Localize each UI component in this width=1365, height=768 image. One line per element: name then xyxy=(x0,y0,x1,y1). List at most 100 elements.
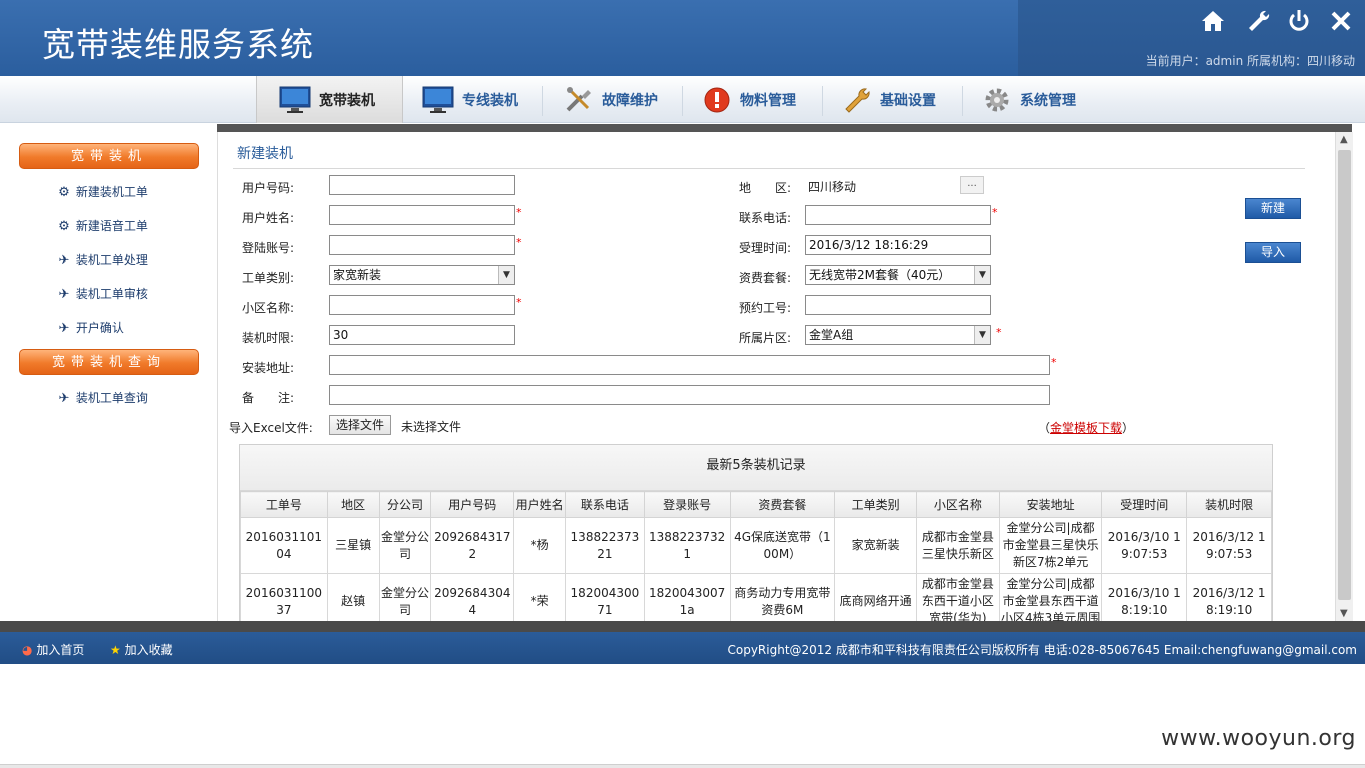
remark-input[interactable] xyxy=(329,385,1050,405)
address-label: 安装地址: xyxy=(242,361,295,375)
accept-time-label: 受理时间: xyxy=(739,241,792,255)
sidebar-section-broadband-install[interactable]: 宽带装机 xyxy=(19,143,199,169)
app-title: 宽带装维服务系统 xyxy=(42,25,314,64)
community-label: 小区名称: xyxy=(242,301,295,315)
table-cell: 18200430071a xyxy=(643,573,731,621)
sidebar-item-label: 新建装机工单 xyxy=(75,185,148,199)
sidebar-item-new-voice-order[interactable]: ⚙ 新建语音工单 xyxy=(56,217,148,235)
table-cell: 13882237321 xyxy=(565,517,645,574)
table-row[interactable]: 201603110037 赵镇 金堂分公司 20926843044 *荣 182… xyxy=(240,573,1272,621)
region-label: 地 区: xyxy=(739,181,792,195)
chevron-down-icon[interactable]: ▼ xyxy=(1340,608,1348,619)
column-header: 工单类别 xyxy=(834,491,917,518)
template-download-link[interactable]: 金堂模板下载 xyxy=(1050,421,1122,435)
table-header-row: 工单号 地区 分公司 用户号码 用户姓名 联系电话 登录账号 资费套餐 工单类别… xyxy=(240,491,1272,518)
gear-icon: ⚙ xyxy=(58,219,70,234)
sidebar-item-install-order-query[interactable]: ✈ 装机工单查询 xyxy=(56,389,148,407)
tab-basic-settings[interactable]: 基础设置 xyxy=(820,76,962,123)
scrollbar-thumb[interactable] xyxy=(1338,150,1351,600)
chevron-down-icon: ▼ xyxy=(974,326,990,344)
monitor-icon xyxy=(279,86,311,113)
contact-phone-label: 联系电话: xyxy=(739,211,792,225)
add-home-link[interactable]: ◕ 加入首页 xyxy=(22,641,84,658)
new-button[interactable]: 新建 xyxy=(1245,198,1301,219)
home-icon: ◕ xyxy=(22,643,33,657)
content-scrollbar[interactable]: ▲ ▼ xyxy=(1335,132,1353,621)
address-input[interactable] xyxy=(329,355,1050,375)
import-button[interactable]: 导入 xyxy=(1245,242,1301,263)
table-cell: 底商网络开通 xyxy=(834,573,917,621)
gear-icon xyxy=(985,88,1009,111)
install-limit-input[interactable]: 30 xyxy=(329,325,515,345)
no-file-text: 未选择文件 xyxy=(401,420,462,434)
table-cell: 金堂分公司|成都市金堂县三星快乐新区7栋2单元 xyxy=(998,517,1103,574)
tab-label: 故障维护 xyxy=(602,92,658,109)
user-number-input[interactable] xyxy=(329,175,515,195)
table-cell: *杨 xyxy=(513,517,567,574)
table-cell: 20926843172 xyxy=(430,517,515,574)
table-row[interactable]: 201603110104 三星镇 金堂分公司 20926843172 *杨 13… xyxy=(240,517,1272,574)
sidebar-section-broadband-query[interactable]: 宽带装机查询 xyxy=(19,349,199,375)
required-mark: * xyxy=(516,206,522,219)
bird-icon: ✈ xyxy=(58,287,70,302)
power-icon[interactable] xyxy=(1284,8,1314,38)
page-title: 新建装机 xyxy=(237,146,293,162)
table-cell: 2016/3/10 19:07:53 xyxy=(1101,517,1188,574)
wrench-icon xyxy=(845,87,870,113)
add-favorite-link[interactable]: ★ 加入收藏 xyxy=(110,641,173,658)
sidebar-item-label: 开户确认 xyxy=(75,321,124,335)
region-select-button[interactable]: ... xyxy=(960,176,984,194)
column-header: 用户姓名 xyxy=(513,491,567,518)
close-icon[interactable] xyxy=(1326,8,1356,38)
tab-broadband-install[interactable]: 宽带装机 xyxy=(256,76,403,123)
sidebar-item-account-confirm[interactable]: ✈ 开户确认 xyxy=(56,319,124,337)
tab-fault-maintenance[interactable]: 故障维护 xyxy=(542,76,682,123)
column-header: 受理时间 xyxy=(1101,491,1188,518)
reserve-worker-input[interactable] xyxy=(805,295,991,315)
home-icon[interactable] xyxy=(1198,8,1228,38)
user-name-input[interactable] xyxy=(329,205,515,225)
chevron-up-icon[interactable]: ▲ xyxy=(1340,134,1348,145)
add-home-label: 加入首页 xyxy=(36,643,85,657)
accept-time-input[interactable]: 2016/3/12 18:16:29 xyxy=(805,235,991,255)
bottom-strip xyxy=(0,764,1365,768)
sidebar-item-label: 新建语音工单 xyxy=(75,219,148,233)
column-header: 分公司 xyxy=(378,491,432,518)
tab-system-management[interactable]: 系统管理 xyxy=(960,76,1100,123)
order-type-select[interactable]: 家宽新装 ▼ xyxy=(329,265,515,285)
sidebar-item-new-install-order[interactable]: ⚙ 新建装机工单 xyxy=(56,183,148,201)
column-header: 用户号码 xyxy=(430,491,515,518)
current-user-info: 当前用户：admin 所属机构：四川移动 xyxy=(1145,54,1355,68)
paren-close: ） xyxy=(1122,421,1135,435)
star-icon: ★ xyxy=(110,643,121,657)
column-header: 工单号 xyxy=(240,491,328,518)
table-cell: 三星镇 xyxy=(326,517,380,574)
contact-phone-input[interactable] xyxy=(805,205,991,225)
add-favorite-label: 加入收藏 xyxy=(124,643,173,657)
sidebar-item-install-order-process[interactable]: ✈ 装机工单处理 xyxy=(56,251,148,269)
sidebar-item-label: 装机工单审核 xyxy=(75,287,148,301)
login-account-input[interactable] xyxy=(329,235,515,255)
community-input[interactable] xyxy=(329,295,515,315)
sidebar-item-label: 装机工单处理 xyxy=(75,253,148,267)
table-cell: 201603110037 xyxy=(240,573,328,621)
sidebar: 宽带装机 ⚙ 新建装机工单 ⚙ 新建语音工单 ✈ 装机工单处理 ✈ 装机工单审核… xyxy=(0,124,217,621)
footer-top-bar xyxy=(0,621,1365,632)
bird-icon: ✈ xyxy=(58,253,70,268)
required-mark: * xyxy=(516,236,522,249)
tab-dedicated-install[interactable]: 专线装机 xyxy=(400,76,542,123)
footer: ◕ 加入首页 ★ 加入收藏 CopyRight@2012 成都市和平科技有限责任… xyxy=(0,632,1365,664)
wrench-icon[interactable] xyxy=(1244,8,1274,38)
tab-label: 物料管理 xyxy=(740,92,796,109)
tab-material-management[interactable]: 物料管理 xyxy=(680,76,820,123)
table-cell: 金堂分公司 xyxy=(378,517,432,574)
choose-file-button[interactable]: 选择文件 xyxy=(329,415,392,435)
column-header: 安装地址 xyxy=(998,491,1103,518)
column-header: 小区名称 xyxy=(915,491,1000,518)
import-excel-label: 导入Excel文件: xyxy=(229,421,313,435)
district-select[interactable]: 金堂A组 ▼ xyxy=(805,325,991,345)
tariff-select[interactable]: 无线宽带2M套餐（40元） ▼ xyxy=(805,265,991,285)
copyright-text: CopyRight@2012 成都市和平科技有限责任公司版权所有 电话:028-… xyxy=(727,643,1357,657)
tab-label: 基础设置 xyxy=(880,92,936,109)
sidebar-item-install-order-review[interactable]: ✈ 装机工单审核 xyxy=(56,285,148,303)
